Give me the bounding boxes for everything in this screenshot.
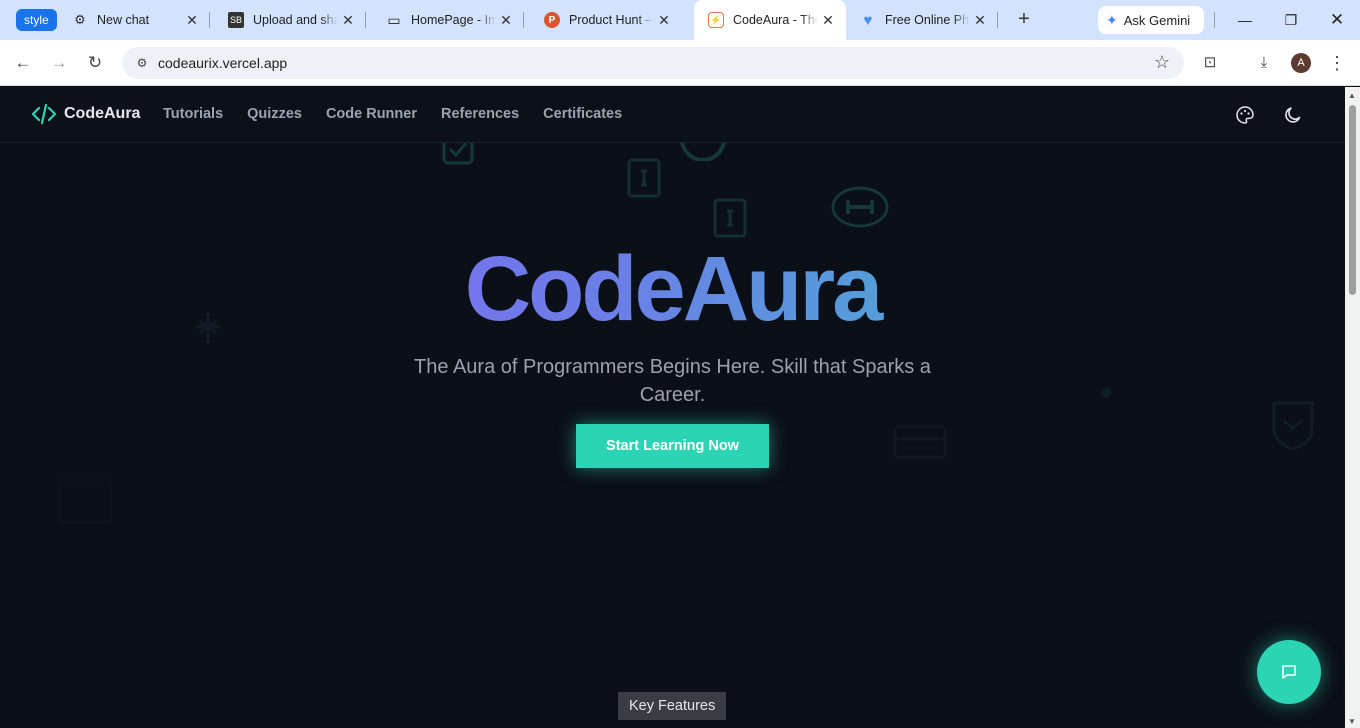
background-shield-icon [1272, 401, 1314, 451]
avatar[interactable]: A [1291, 53, 1311, 73]
browser-tab-active[interactable]: ⚡ CodeAura - The ✕ [694, 0, 846, 40]
codeaura-icon: ⚡ [708, 12, 724, 28]
gemini-sparkle-icon: ✦ [1106, 11, 1118, 28]
moon-icon[interactable] [1283, 105, 1303, 125]
address-bar[interactable]: ⚙ codeaurix.vercel.app ☆ [122, 47, 1184, 79]
page-scrollbar[interactable]: ▲ ▼ [1345, 87, 1360, 728]
nav-link-quizzes[interactable]: Quizzes [247, 106, 302, 122]
download-icon[interactable]: ⤓ [1253, 52, 1275, 74]
browser-tab-strip: style ⚙ New chat ✕ SB Upload and share ✕… [0, 0, 1360, 40]
tab-title: New chat [97, 13, 150, 27]
tab-title: HomePage - Ima [411, 13, 496, 27]
palette-icon[interactable] [1235, 105, 1255, 125]
ask-gemini-button[interactable]: ✦ Ask Gemini [1098, 6, 1204, 34]
back-icon[interactable]: ← [11, 51, 35, 75]
toolbar-divider [1214, 12, 1215, 28]
tab-group-chip[interactable]: style [16, 9, 57, 31]
code-brackets-icon [32, 104, 56, 124]
browser-tab[interactable]: ▭ HomePage - Ima ✕ [372, 0, 524, 40]
site-navbar: CodeAura Tutorials Quizzes Code Runner R… [0, 87, 1345, 143]
tab-title: Free Online Pho [885, 13, 970, 27]
background-dumbbell-icon [831, 186, 889, 228]
url-text[interactable]: codeaurix.vercel.app [158, 55, 287, 71]
browser-tab[interactable]: ♥ Free Online Pho ✕ [846, 0, 998, 40]
nav-link-references[interactable]: References [441, 106, 519, 122]
restore-icon[interactable]: ❐ [1279, 8, 1303, 32]
tab-title: Product Hunt – [569, 13, 653, 27]
scroll-down-icon[interactable]: ▼ [1348, 717, 1356, 726]
background-file-icon [713, 198, 747, 238]
tab-separator [209, 12, 210, 28]
close-tab-icon[interactable]: ✕ [970, 12, 990, 29]
close-tab-icon[interactable]: ✕ [338, 12, 358, 29]
brand-name: CodeAura [64, 105, 141, 122]
close-window-icon[interactable]: ✕ [1325, 8, 1349, 32]
browser-tab[interactable]: SB Upload and share ✕ [214, 0, 366, 40]
more-menu-icon[interactable]: ⋮ [1326, 52, 1348, 74]
scroll-up-icon[interactable]: ▲ [1348, 91, 1356, 100]
web-page: CodeAura Tutorials Quizzes Code Runner R… [0, 87, 1345, 728]
key-features-label: Key Features [618, 692, 727, 720]
lens-search-icon[interactable]: ⊡ [1199, 52, 1221, 74]
sb-icon: SB [228, 12, 244, 28]
tab-title: CodeAura - The [733, 13, 818, 27]
minimize-icon[interactable]: — [1233, 8, 1257, 32]
nav-link-code-runner[interactable]: Code Runner [326, 106, 417, 122]
new-tab-icon[interactable]: + [1012, 8, 1036, 32]
scrollbar-thumb[interactable] [1349, 105, 1356, 295]
chat-bubble-icon [1282, 665, 1296, 679]
browser-tab[interactable]: P Product Hunt – ✕ [530, 0, 682, 40]
site-nav-links: Tutorials Quizzes Code Runner References… [163, 106, 622, 122]
nav-link-certificates[interactable]: Certificates [543, 106, 622, 122]
brand-logo-link[interactable]: CodeAura [32, 104, 140, 124]
browser-tab[interactable]: ⚙ New chat ✕ [58, 0, 210, 40]
close-tab-icon[interactable]: ✕ [654, 12, 674, 29]
close-tab-icon[interactable]: ✕ [496, 12, 516, 29]
browser-toolbar: ← → ↻ ⚙ codeaurix.vercel.app ☆ ⊡ ⤓ ⋮ [0, 40, 1360, 86]
reload-icon[interactable]: ↻ [83, 51, 107, 75]
forward-icon[interactable]: → [47, 51, 71, 75]
heart-icon: ♥ [863, 11, 873, 29]
background-file-icon [627, 158, 661, 198]
tab-separator [365, 12, 366, 28]
chat-button[interactable] [1257, 640, 1321, 704]
nav-link-tutorials[interactable]: Tutorials [163, 106, 223, 122]
close-tab-icon[interactable]: ✕ [182, 12, 202, 29]
producthunt-icon: P [544, 12, 560, 28]
start-learning-button[interactable]: Start Learning Now [576, 424, 769, 468]
bookmark-star-icon[interactable]: ☆ [1154, 52, 1170, 73]
openai-icon: ⚙ [74, 12, 86, 27]
close-tab-icon[interactable]: ✕ [818, 12, 838, 29]
background-box-icon [893, 425, 947, 459]
tab-separator [523, 12, 524, 28]
background-dot-icon [1101, 388, 1111, 398]
background-window-icon [57, 478, 113, 524]
tab-title: Upload and share [253, 13, 338, 27]
tab-separator [997, 12, 998, 28]
hero-subtitle: The Aura of Programmers Begins Here. Ski… [414, 356, 931, 406]
monitor-icon: ▭ [387, 11, 401, 28]
site-settings-icon[interactable]: ⚙ [132, 53, 152, 73]
hero-title: CodeAura [0, 237, 1345, 342]
ask-gemini-label: Ask Gemini [1123, 12, 1191, 28]
